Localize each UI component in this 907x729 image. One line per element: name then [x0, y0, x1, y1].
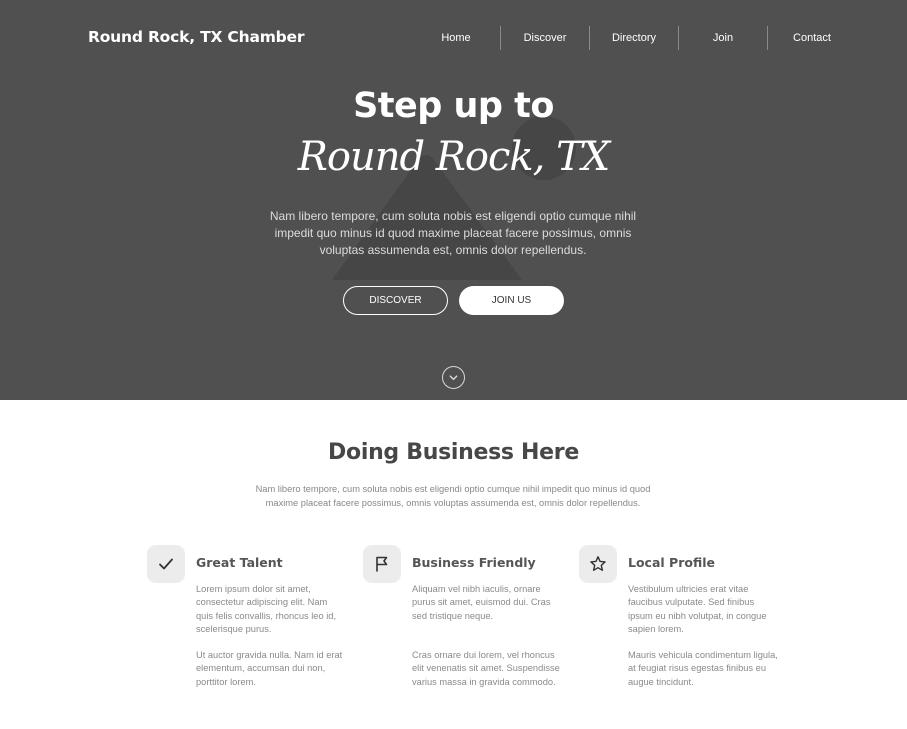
- chevron-down-icon: [449, 375, 458, 381]
- section-title: Doing Business Here: [328, 440, 579, 465]
- feature-text: Aliquam vel nibh iaculis, ornare purus s…: [412, 584, 551, 621]
- star-icon: [590, 556, 606, 571]
- feature-icon-tile: [147, 545, 185, 583]
- section-description: Nam libero tempore, cum soluta nobis est…: [255, 484, 651, 508]
- nav-contact[interactable]: Contact: [768, 26, 856, 50]
- hero-script-title: Round Rock, TX: [297, 134, 610, 180]
- discover-button[interactable]: DISCOVER: [343, 286, 448, 315]
- feature-icon-tile: [363, 545, 401, 583]
- hero-description: Nam libero tempore, cum soluta nobis est…: [269, 209, 637, 257]
- feature-text: Vestibulum ultricies erat vitae faucibus…: [628, 584, 767, 634]
- feature-text: Lorem ipsum dolor sit amet, consectetur …: [196, 584, 337, 634]
- feature-title: Local Profile: [628, 555, 715, 570]
- feature-text: Ut auctor gravida nulla. Nam id erat ele…: [196, 650, 343, 687]
- hero-section: Round Rock, TX Chamber Home Discover Dir…: [0, 0, 907, 400]
- nav-join[interactable]: Join: [679, 26, 767, 50]
- flag-icon: [376, 556, 388, 572]
- join-us-button[interactable]: JOIN US: [459, 286, 564, 315]
- brand-logo[interactable]: Round Rock, TX Chamber: [88, 28, 305, 46]
- feature-text: Mauris vehicula condimentum ligula, at f…: [628, 650, 778, 687]
- nav-discover[interactable]: Discover: [501, 26, 589, 50]
- feature-title: Business Friendly: [412, 555, 536, 570]
- feature-title: Great Talent: [196, 555, 283, 570]
- main-nav: Home Discover Directory Join Contact: [412, 26, 856, 50]
- feature-icon-tile: [579, 545, 617, 583]
- nav-home[interactable]: Home: [412, 26, 500, 50]
- hero-title: Step up to: [353, 86, 554, 126]
- scroll-down-button[interactable]: [442, 366, 465, 389]
- nav-directory[interactable]: Directory: [590, 26, 678, 50]
- check-icon: [159, 558, 173, 570]
- feature-text: Cras ornare dui lorem, vel rhoncus elit …: [412, 650, 560, 687]
